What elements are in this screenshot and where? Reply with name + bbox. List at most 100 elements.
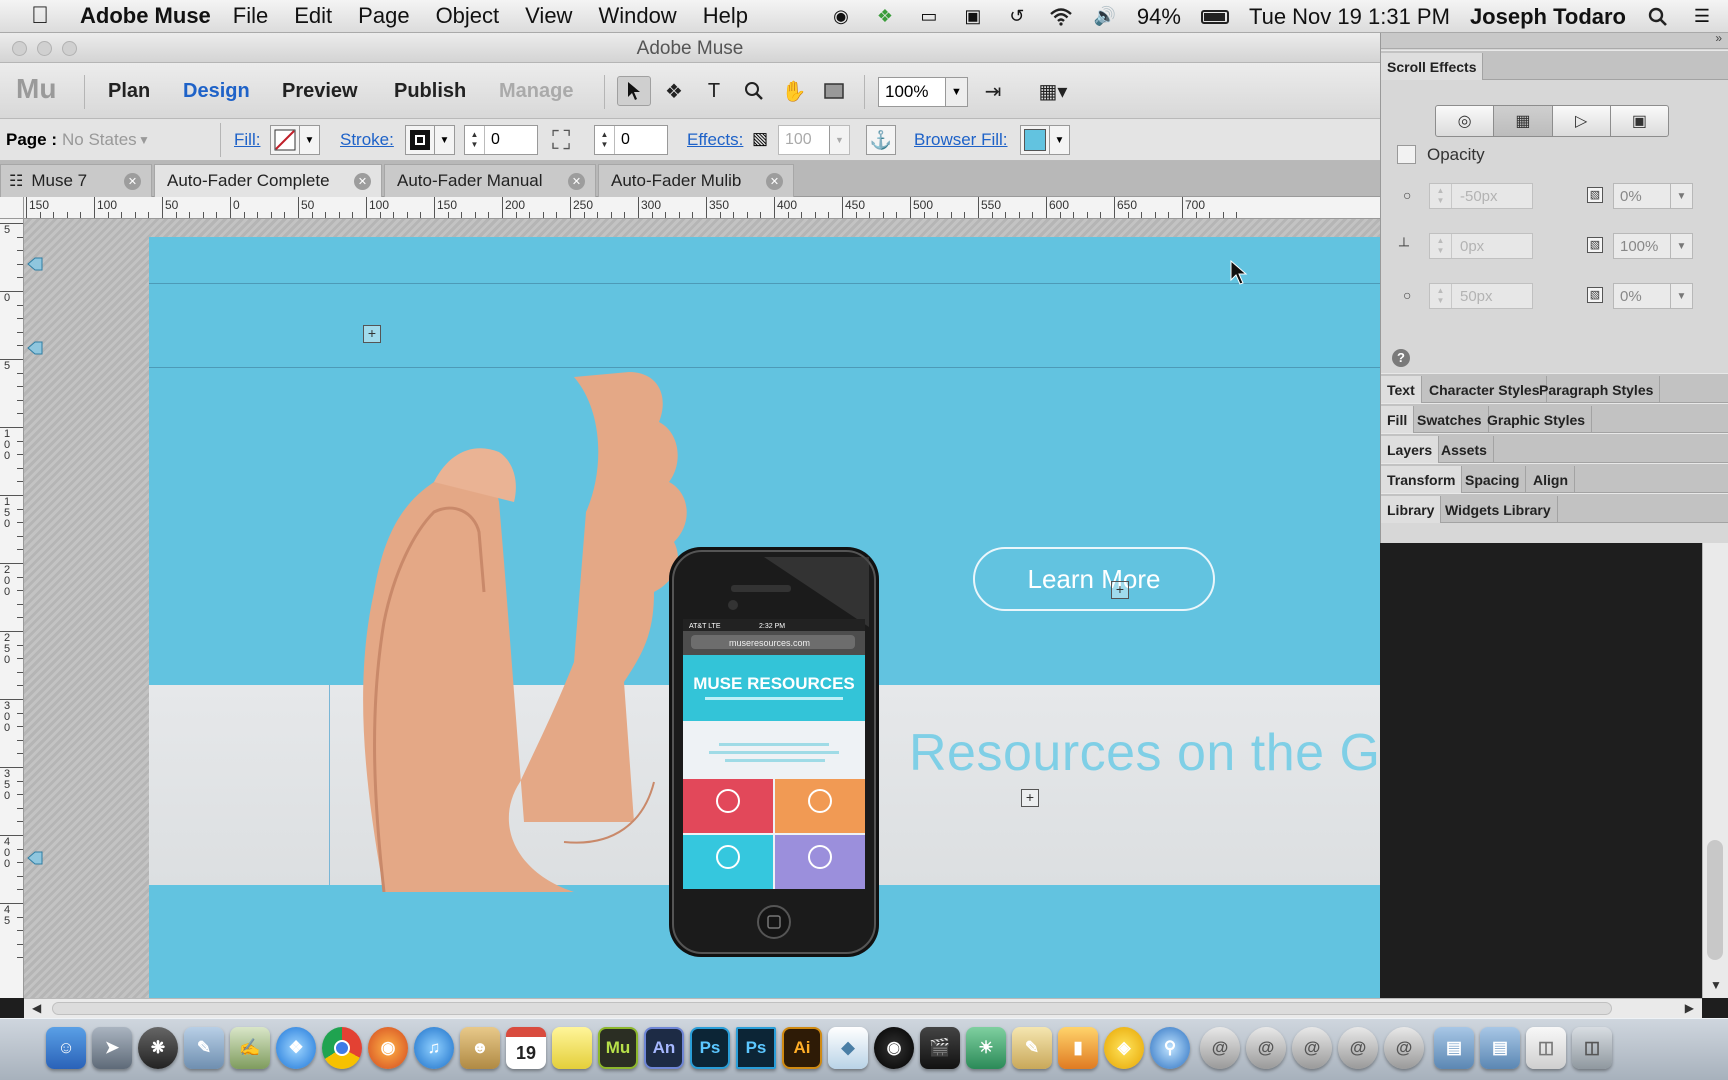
wifi-icon[interactable] — [1049, 6, 1073, 28]
launchpad-icon[interactable]: ➤ — [92, 1027, 132, 1069]
page-state-dropdown[interactable]: No States — [62, 130, 137, 150]
server-stack-icon[interactable]: @ — [1292, 1027, 1332, 1069]
tab-muse-7[interactable]: ☷ Muse 7 ✕ — [0, 164, 152, 197]
adobe-photoshop-icon[interactable]: Ps — [690, 1027, 730, 1069]
folder-icon[interactable]: ▤ — [1434, 1027, 1474, 1069]
menu-page[interactable]: Page — [358, 3, 409, 29]
scroll-left-icon[interactable]: ◀ — [32, 1001, 41, 1015]
tab-layers[interactable]: Layers — [1381, 436, 1440, 463]
safari-icon[interactable]: ❖ — [276, 1027, 316, 1069]
page-area[interactable]: AT&T LTE 2:32 PM museresources.com MUSE … — [149, 237, 1380, 998]
hand-tool-icon[interactable]: ✋ — [777, 76, 811, 106]
tab-align[interactable]: Align — [1527, 466, 1575, 493]
menu-edit[interactable]: Edit — [294, 3, 332, 29]
horizontal-ruler[interactable]: 150 100 50 0 50 100 150 200 250 300 350 400 450 500 55… — [24, 197, 1380, 219]
finder-icon[interactable]: ☺ — [46, 1027, 86, 1069]
scroll-thumb[interactable] — [1707, 840, 1723, 960]
mode-publish[interactable]: Publish — [394, 80, 466, 103]
firefox-icon[interactable]: ◉ — [368, 1027, 408, 1069]
corner-radius-icon[interactable]: ⛶ — [552, 125, 570, 157]
place-file-icon[interactable]: ⇥ — [976, 76, 1010, 106]
chevron-down-icon[interactable]: ▼ — [1049, 126, 1069, 154]
view-options-icon[interactable]: ▦▾ — [1028, 76, 1078, 106]
menu-help[interactable]: Help — [703, 3, 748, 29]
close-tab-icon[interactable]: ✕ — [354, 173, 371, 190]
charts-app-icon[interactable]: ▮ — [1058, 1027, 1098, 1069]
add-item-icon[interactable]: + — [1111, 581, 1129, 599]
fade-effect-icon[interactable]: ▦ — [1494, 106, 1553, 136]
photoshop-droplet-icon[interactable]: Ps — [736, 1027, 776, 1069]
trash-icon[interactable]: ◫ — [1572, 1027, 1612, 1069]
close-tab-icon[interactable]: ✕ — [568, 173, 585, 190]
tab-transform[interactable]: Transform — [1381, 466, 1463, 493]
lock-icon[interactable]: ▣ — [961, 6, 985, 28]
camera-icon[interactable]: ◉ — [874, 1027, 914, 1069]
zoom-level-select[interactable]: 100% ▼ — [878, 77, 968, 107]
learn-more-button[interactable]: Learn More — [973, 547, 1215, 611]
contacts-icon[interactable]: ☻ — [460, 1027, 500, 1069]
tab-assets[interactable]: Assets — [1435, 436, 1494, 463]
tab-text[interactable]: Text — [1381, 376, 1422, 403]
server-stack-icon[interactable]: @ — [1384, 1027, 1424, 1069]
browser-fill-swatch[interactable]: ▼ — [1020, 125, 1070, 155]
adobe-muse-icon[interactable]: Mu — [598, 1027, 638, 1069]
adobe-illustrator-icon[interactable]: Ai — [782, 1027, 822, 1069]
mode-design[interactable]: Design — [183, 80, 250, 103]
corner-radius-field[interactable]: ▲ ▼ 0 — [594, 125, 668, 155]
volume-icon[interactable]: 🔊 — [1093, 6, 1117, 28]
server-stack-icon[interactable]: @ — [1246, 1027, 1286, 1069]
stepper-icon[interactable]: ▲ ▼ — [595, 126, 615, 154]
adobe-edge-effect-icon[interactable]: ▣ — [1611, 106, 1668, 136]
tab-fill[interactable]: Fill — [1381, 406, 1415, 433]
tab-widgets-library[interactable]: Widgets Library — [1439, 496, 1558, 523]
menu-view[interactable]: View — [525, 3, 572, 29]
ruler-corner[interactable] — [0, 197, 24, 219]
horizontal-scrollbar[interactable]: ◀ ▶ — [24, 998, 1702, 1018]
add-item-icon[interactable]: + — [1021, 789, 1039, 807]
cyberduck-icon[interactable]: ◈ — [1104, 1027, 1144, 1069]
user-name[interactable]: Joseph Todaro — [1470, 4, 1626, 30]
add-item-icon[interactable]: + — [363, 325, 381, 343]
preview-icon[interactable]: ✎ — [184, 1027, 224, 1069]
selection-tool-icon[interactable] — [617, 76, 651, 106]
photos-icon[interactable]: ☀ — [966, 1027, 1006, 1069]
apple-menu-icon[interactable]:  — [18, 2, 62, 30]
document-icon[interactable]: ◫ — [1526, 1027, 1566, 1069]
vertical-scrollbar[interactable]: ▼ — [1702, 540, 1728, 998]
tab-graphic-styles[interactable]: Graphic Styles — [1481, 406, 1593, 433]
sketch-icon[interactable]: ◆ — [828, 1027, 868, 1069]
tab-auto-fader-complete[interactable]: Auto-Fader Complete ✕ — [154, 164, 382, 197]
effects-opacity-field[interactable]: 100 ▼ — [778, 125, 850, 155]
final-cut-icon[interactable]: 🎬 — [920, 1027, 960, 1069]
clock[interactable]: Tue Nov 19 1:31 PM — [1249, 4, 1450, 30]
scroll-thumb[interactable] — [52, 1002, 1612, 1015]
tab-spacing[interactable]: Spacing — [1459, 466, 1527, 493]
vertical-ruler[interactable]: 5 0 5 1 0 0 1 5 0 2 0 0 2 5 0 3 0 0 3 5 0 4 0 0 4 … — [0, 219, 24, 998]
text-tool-icon[interactable]: T — [697, 76, 731, 106]
textedit-icon[interactable]: ✎ — [1012, 1027, 1052, 1069]
spotlight-search-icon[interactable] — [1646, 6, 1670, 28]
itunes-icon[interactable]: ♫ — [414, 1027, 454, 1069]
slideshow-effect-icon[interactable]: ▷ — [1553, 106, 1611, 136]
scroll-down-icon[interactable]: ▼ — [1710, 978, 1722, 992]
battery-icon[interactable] — [1200, 9, 1229, 24]
stroke-width-field[interactable]: ▲ ▼ 0 — [464, 125, 538, 155]
leaf-icon[interactable]: ❖ — [873, 6, 897, 28]
opacity-checkbox[interactable] — [1397, 145, 1416, 164]
chevron-down-icon[interactable]: ▼ — [945, 78, 967, 106]
phone-image[interactable]: AT&T LTE 2:32 PM museresources.com MUSE … — [669, 547, 879, 957]
effects-label[interactable]: Effects: — [687, 130, 743, 150]
tab-auto-fader-manual[interactable]: Auto-Fader Manual ✕ — [384, 164, 596, 197]
close-tab-icon[interactable]: ✕ — [766, 173, 783, 190]
mode-preview[interactable]: Preview — [282, 80, 358, 103]
menu-object[interactable]: Object — [436, 3, 500, 29]
guide-line[interactable] — [149, 283, 1380, 284]
notification-center-icon[interactable]: ☰ — [1690, 6, 1714, 28]
downloads-stack-icon[interactable]: @ — [1200, 1027, 1240, 1069]
rectangle-tool-icon[interactable] — [817, 76, 851, 106]
folder-icon[interactable]: ▤ — [1480, 1027, 1520, 1069]
quicktime-icon[interactable]: ⚲ — [1150, 1027, 1190, 1069]
script-editor-icon[interactable]: ✍ — [230, 1027, 270, 1069]
chevron-down-icon[interactable]: ▼ — [299, 126, 319, 154]
app-menu[interactable]: Adobe Muse — [80, 3, 211, 29]
